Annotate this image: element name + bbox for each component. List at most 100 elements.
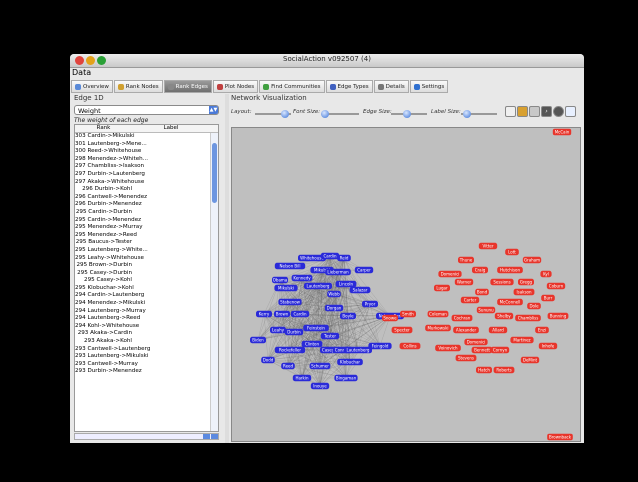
blue-node[interactable]: Tester — [320, 332, 340, 340]
red-node[interactable]: Allard — [488, 326, 508, 334]
network-graph[interactable]: Whitehouse Cardin ReidNelson BillMikulskiL… — [232, 128, 581, 442]
tab-plot-nodes[interactable]: Plot Nodes — [212, 80, 259, 93]
blue-node[interactable]: Brown — [274, 310, 290, 318]
table-row[interactable]: 294 Cardin->Lautenberg — [75, 292, 218, 300]
blue-node[interactable]: Lautenberg — [304, 282, 332, 290]
table-row[interactable]: 295 Casey->Kohl — [75, 277, 218, 285]
table-row[interactable]: 295 Leahy->Whitehouse — [75, 255, 218, 263]
column-header-rank[interactable]: Rank — [75, 125, 132, 132]
table-row[interactable]: 294 Kohl->Whitehouse — [75, 323, 218, 331]
export-icon[interactable] — [565, 106, 576, 117]
blue-node[interactable]: Cardin — [320, 252, 340, 260]
blue-node[interactable]: Schumer — [309, 362, 331, 370]
blue-node[interactable]: Dorgan — [324, 304, 344, 312]
edge-size-slider[interactable] — [391, 110, 427, 118]
table-row[interactable]: 295 Lautenberg->White... — [75, 247, 218, 255]
blue-node[interactable]: Nelson Bill — [274, 262, 306, 270]
blue-node[interactable]: Klobuchar — [337, 358, 363, 366]
blue-node[interactable]: Kerry — [256, 310, 272, 318]
table-row[interactable]: 297 Chambliss->Isakson — [75, 163, 218, 171]
red-node[interactable]: Bond — [475, 288, 489, 296]
blue-node[interactable]: Feingold — [368, 342, 392, 350]
tab-details[interactable]: Details — [373, 80, 409, 93]
red-node[interactable]: Kyl — [540, 270, 552, 278]
blue-node[interactable]: Salazar — [349, 286, 371, 294]
table-row[interactable]: 294 Lautenberg->Reed — [75, 315, 218, 323]
layout-slider-knob[interactable] — [281, 110, 289, 118]
table-row[interactable]: 294 Menendez->Mikulski — [75, 300, 218, 308]
tab-rank-edges[interactable]: Rank Edges — [163, 80, 212, 93]
red-node[interactable]: Inhofe — [538, 342, 558, 350]
red-node[interactable]: Coburn — [546, 282, 566, 290]
red-node[interactable]: Collins — [399, 342, 421, 350]
blue-node[interactable]: Webb — [327, 290, 341, 298]
table-row[interactable]: 298 Menendez->Whiteh... — [75, 156, 218, 164]
table-row[interactable]: 293 Akaka->Kohl — [75, 338, 218, 346]
tab-find-communities[interactable]: Find Communities — [259, 80, 325, 93]
table-row[interactable]: 300 Reed->Whitehouse — [75, 148, 218, 156]
table-row[interactable]: 295 Cardin->Durbin — [75, 209, 218, 217]
view-color-button[interactable] — [517, 106, 528, 117]
red-node[interactable]: Smith — [400, 310, 416, 318]
table-row[interactable]: 295 Brown->Durbin — [75, 262, 218, 270]
view-blank-button[interactable] — [505, 106, 516, 117]
blue-node[interactable]: Lautenberg — [344, 346, 372, 354]
table-row[interactable]: 297 Akaka->Whitehouse — [75, 179, 218, 187]
play-icon[interactable]: › — [541, 106, 552, 117]
network-canvas[interactable]: Whitehouse Cardin Reid Nelson Bill Mikulski L… — [231, 127, 581, 442]
red-node[interactable]: Enzi — [535, 326, 549, 334]
tab-settings[interactable]: Settings — [409, 80, 449, 93]
blue-node[interactable]: Boyle — [340, 312, 356, 320]
menu-data[interactable]: Data — [72, 68, 91, 77]
red-node[interactable]: Chambliss — [515, 314, 541, 322]
table-row[interactable]: 295 Menendez->Murray — [75, 224, 218, 232]
table-row[interactable]: 295 Klobuchar->Kohl — [75, 285, 218, 293]
red-node[interactable]: Carter — [460, 296, 480, 304]
scroll-right-button[interactable] — [211, 434, 218, 439]
blue-node[interactable]: Leahy — [270, 326, 286, 334]
blue-node[interactable]: Obama — [272, 276, 288, 284]
blue-node[interactable]: Rockefeller — [274, 346, 306, 354]
red-node[interactable]: DeMint — [520, 356, 540, 364]
font-size-slider[interactable] — [321, 110, 359, 118]
red-node[interactable]: Snowe — [382, 314, 398, 322]
blue-node[interactable]: Clinton — [301, 340, 323, 348]
table-row[interactable]: 295 Cardin->Menendez — [75, 217, 218, 225]
red-node[interactable]: Sessions — [490, 278, 514, 286]
red-node[interactable]: Warner — [454, 278, 474, 286]
red-node[interactable]: Dole — [527, 302, 541, 310]
table-row[interactable]: 293 Lautenberg->Mikulski — [75, 353, 218, 361]
view-grid-button[interactable] — [529, 106, 540, 117]
red-node[interactable]: Burr — [541, 294, 555, 302]
table-row[interactable]: 297 Durbin->Lautenberg — [75, 171, 218, 179]
reset-icon[interactable] — [553, 106, 564, 117]
red-node[interactable]: Thune — [458, 256, 474, 264]
red-node[interactable]: Brownback — [547, 433, 573, 441]
red-node[interactable]: McCain — [552, 128, 572, 136]
tab-rank-nodes[interactable]: Rank Nodes — [113, 80, 163, 93]
column-header-label[interactable]: Label — [132, 125, 210, 132]
vertical-scrollbar[interactable] — [210, 133, 218, 431]
horizontal-scrollbar[interactable] — [74, 433, 219, 440]
table-row[interactable]: 295 Baucus->Tester — [75, 239, 218, 247]
red-node[interactable]: Sununu — [476, 306, 496, 314]
edge-size-slider-knob[interactable] — [403, 110, 411, 118]
scroll-left-button[interactable] — [203, 434, 210, 439]
table-row[interactable]: 295 Menendez->Reed — [75, 232, 218, 240]
red-node[interactable]: Specter — [391, 326, 413, 334]
table-row[interactable]: 296 Durbin->Menendez — [75, 201, 218, 209]
blue-node[interactable]: Inouye — [310, 382, 330, 390]
red-node[interactable]: Vitter — [478, 242, 498, 250]
red-node[interactable]: Shelby — [494, 312, 514, 320]
blue-node[interactable]: Reid — [337, 254, 351, 262]
table-row[interactable]: 293 Durbin->Menendez — [75, 368, 218, 376]
red-node[interactable]: Lott — [505, 248, 519, 256]
red-node[interactable]: Hatch — [476, 366, 492, 374]
layout-slider[interactable] — [255, 110, 291, 118]
red-node[interactable]: Domenici — [438, 270, 462, 278]
red-node[interactable]: Coleman — [427, 310, 449, 318]
blue-node[interactable]: Stabenow — [278, 298, 302, 306]
blue-node[interactable]: Lincoln — [335, 280, 357, 288]
red-node[interactable]: Voinovich — [435, 344, 461, 352]
red-node[interactable]: Cochran — [451, 314, 473, 322]
